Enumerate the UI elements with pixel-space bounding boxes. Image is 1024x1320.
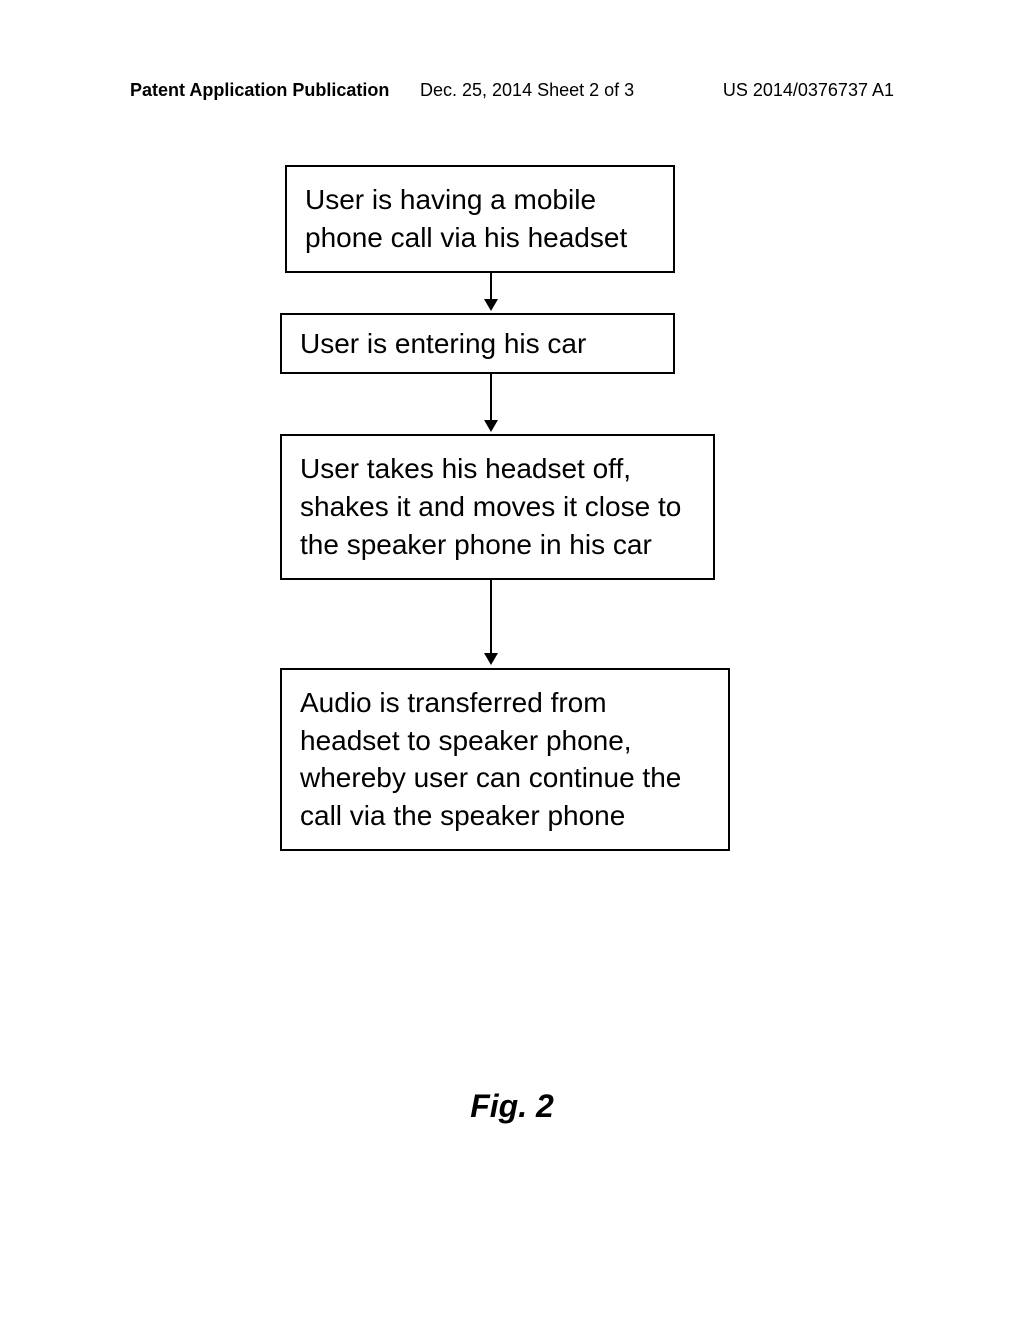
arrow-icon (250, 273, 720, 313)
arrow-icon (250, 580, 720, 668)
flowchart-step-1: User is having a mobile phone call via h… (285, 165, 675, 273)
header-publication-number: US 2014/0376737 A1 (723, 80, 894, 101)
flowchart-step-4: Audio is transferred from headset to spe… (280, 668, 730, 851)
flowchart-step-2: User is entering his car (280, 313, 675, 375)
header-publication-label: Patent Application Publication (130, 80, 389, 101)
flowchart: User is having a mobile phone call via h… (250, 165, 720, 851)
figure-label: Fig. 2 (0, 1088, 1024, 1125)
flowchart-step-3: User takes his headset off, shakes it an… (280, 434, 715, 579)
header-date-sheet: Dec. 25, 2014 Sheet 2 of 3 (420, 80, 634, 101)
arrow-icon (250, 374, 720, 434)
